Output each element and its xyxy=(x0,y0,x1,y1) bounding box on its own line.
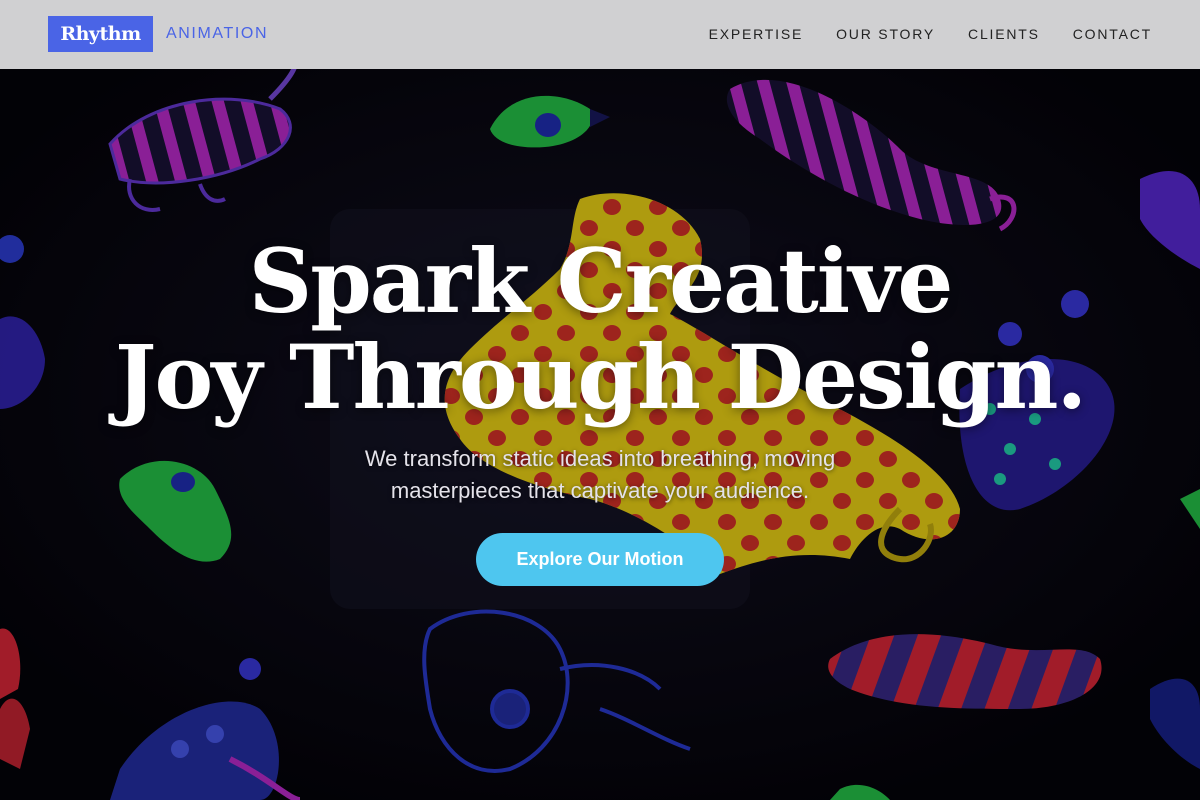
nav-link-expertise[interactable]: EXPERTISE xyxy=(709,24,804,44)
nav-link-contact[interactable]: CONTACT xyxy=(1073,24,1152,44)
nav-links: EXPERTISE OUR STORY CLIENTS CONTACT xyxy=(709,24,1152,44)
hero-headline: Spark Creative Joy Through Design. xyxy=(0,233,1200,425)
hero-subtitle-line-2: masterpieces that captivate your audienc… xyxy=(390,478,810,503)
hero-headline-line-2: Joy Through Design. xyxy=(114,325,1087,429)
top-navbar: Rhythm ANIMATION EXPERTISE OUR STORY CLI… xyxy=(0,0,1200,69)
hero-subtitle: We transform static ideas into breathing… xyxy=(300,443,900,507)
logo-tagline[interactable]: ANIMATION xyxy=(166,24,268,44)
nav-link-clients[interactable]: CLIENTS xyxy=(968,24,1040,44)
hero-section: Spark Creative Joy Through Design. We tr… xyxy=(0,69,1200,800)
nav-link-our-story[interactable]: OUR STORY xyxy=(836,24,935,44)
hero-headline-line-1: Spark Creative xyxy=(248,229,954,333)
hero-dark-overlay xyxy=(0,69,1200,800)
logo[interactable]: Rhythm xyxy=(48,16,153,52)
hero-subtitle-line-1: We transform static ideas into breathing… xyxy=(364,446,836,471)
explore-motion-button[interactable]: Explore Our Motion xyxy=(476,533,724,586)
